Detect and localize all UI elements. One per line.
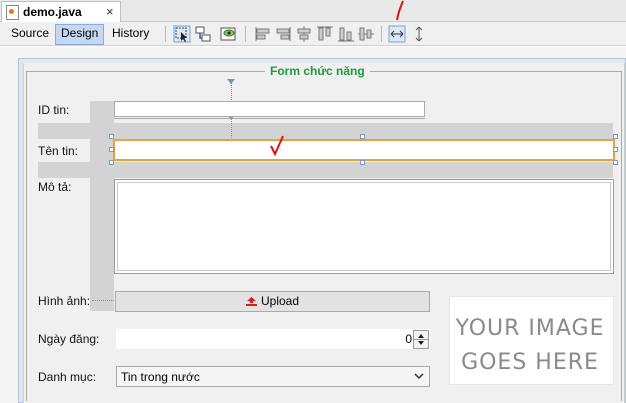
annotation-arrow-mark bbox=[396, 0, 404, 21]
tab-history[interactable]: History bbox=[107, 24, 154, 43]
upload-icon bbox=[245, 297, 257, 306]
align-bottom-icon[interactable] bbox=[337, 25, 355, 43]
anchor-marker-icon bbox=[227, 79, 235, 84]
change-horizontal-resizability-icon[interactable] bbox=[388, 25, 406, 43]
title-field[interactable] bbox=[113, 139, 615, 161]
fieldset-border bbox=[621, 71, 622, 401]
resize-handle[interactable] bbox=[360, 160, 365, 165]
description-textarea[interactable] bbox=[114, 179, 614, 274]
placeholder-line-2: GOES HERE bbox=[461, 350, 599, 375]
center-vertically-icon[interactable] bbox=[357, 25, 375, 43]
align-left-icon[interactable] bbox=[254, 25, 272, 43]
id-field[interactable] bbox=[114, 101, 425, 117]
preview-design-icon[interactable] bbox=[219, 25, 237, 43]
label-image: Hình ảnh: bbox=[38, 294, 91, 308]
date-spinner-value: 0 bbox=[405, 332, 412, 346]
resize-handle[interactable] bbox=[109, 134, 114, 139]
chevron-down-icon[interactable] bbox=[413, 370, 425, 382]
label-date: Ngày đăng: bbox=[38, 332, 100, 346]
spinner-up-icon bbox=[418, 334, 424, 338]
resize-handle[interactable] bbox=[109, 147, 114, 152]
category-combobox[interactable]: Tin trong nước bbox=[116, 366, 430, 387]
resize-handle[interactable] bbox=[613, 160, 618, 165]
label-category: Danh mục: bbox=[38, 370, 97, 384]
resize-handle[interactable] bbox=[360, 134, 365, 139]
editor-tab-title: demo.java bbox=[23, 5, 82, 19]
tab-source[interactable]: Source bbox=[6, 24, 54, 43]
placeholder-line-1: YOUR IMAGE bbox=[454, 316, 604, 341]
upload-button-label: Upload bbox=[260, 294, 300, 308]
anchor-guide-line bbox=[92, 300, 114, 301]
label-description: Mô tả: bbox=[38, 180, 72, 194]
image-preview: YOUR IMAGE GOES HERE bbox=[449, 296, 614, 385]
change-vertical-resizability-icon[interactable] bbox=[410, 25, 428, 43]
resize-handle[interactable] bbox=[613, 134, 618, 139]
layout-guide-row bbox=[38, 162, 613, 178]
toolbar-separator bbox=[245, 26, 246, 42]
category-selected-value: Tin trong nước bbox=[121, 370, 200, 384]
layout-guide-row bbox=[38, 123, 613, 139]
id-field-underline bbox=[114, 118, 425, 119]
upload-button[interactable]: Upload bbox=[115, 291, 430, 312]
connection-mode-icon[interactable] bbox=[194, 25, 212, 43]
resize-handle[interactable] bbox=[109, 160, 114, 165]
align-right-icon[interactable] bbox=[274, 25, 292, 43]
editor-tab-demo-java[interactable]: demo.java × bbox=[1, 1, 121, 22]
spinner-buttons[interactable] bbox=[413, 330, 429, 349]
label-title: Tên tin: bbox=[38, 144, 79, 158]
form-legend: Form chức năng bbox=[265, 63, 370, 79]
selection-mode-icon[interactable] bbox=[173, 25, 191, 43]
design-toolbar: Source Design History bbox=[0, 22, 626, 46]
close-tab-icon[interactable]: × bbox=[106, 4, 114, 19]
annotation-checkmark bbox=[270, 135, 284, 157]
fieldset-border bbox=[26, 71, 27, 401]
tab-design[interactable]: Design bbox=[55, 24, 105, 45]
center-horizontally-icon[interactable] bbox=[295, 25, 313, 43]
resize-handle[interactable] bbox=[613, 147, 618, 152]
label-id: ID tin: bbox=[38, 103, 70, 117]
align-top-icon[interactable] bbox=[316, 25, 334, 43]
java-file-icon bbox=[6, 5, 19, 20]
spinner-down-icon bbox=[418, 341, 424, 345]
toolbar-separator bbox=[165, 26, 166, 42]
toolbar-separator bbox=[381, 26, 382, 42]
date-spinner[interactable]: 0 bbox=[116, 329, 430, 349]
